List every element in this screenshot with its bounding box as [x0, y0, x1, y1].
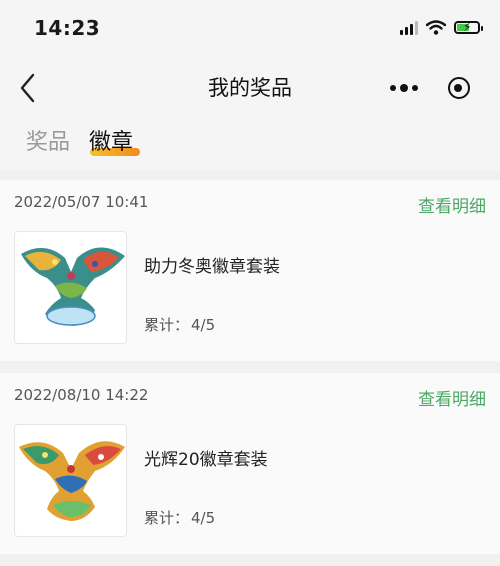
badge-count: 累计： 4/5 — [144, 507, 215, 528]
badge-card: 2022/05/07 10:41 查看明细 助力冬奥徽章套装 累计： 4/5 — [0, 180, 500, 361]
tab-badges-label: 徽章 — [89, 130, 134, 155]
tab-bar: 奖品 徽章 — [0, 118, 500, 170]
target-circle-icon — [447, 77, 470, 99]
count-value: 4/5 — [191, 509, 216, 527]
battery-charging-icon: ⚡ — [454, 20, 483, 34]
badge-set-name: 助力冬奥徽章套装 — [144, 257, 280, 277]
bird-badge-icon — [19, 441, 125, 521]
status-bar: 14:23 ⚡ — [0, 0, 500, 58]
mini-program-capsule — [376, 70, 486, 106]
bird-badge-icon — [21, 247, 125, 326]
signal-icon — [400, 20, 418, 35]
status-time: 14:23 — [34, 16, 101, 40]
more-dots-icon — [389, 85, 396, 91]
view-details-link[interactable]: 查看明细 — [418, 192, 486, 217]
count-label: 累计： — [144, 316, 190, 334]
count-value: 4/5 — [191, 316, 216, 334]
close-mini-program-button[interactable] — [431, 70, 486, 106]
view-details-link[interactable]: 查看明细 — [418, 385, 486, 410]
wifi-icon — [426, 20, 446, 35]
count-label: 累计： — [144, 509, 190, 527]
badge-count: 累计： 4/5 — [144, 314, 215, 335]
card-date: 2022/05/07 10:41 — [14, 193, 149, 211]
tab-prizes[interactable]: 奖品 — [26, 124, 70, 156]
nav-bar: 我的奖品 — [0, 58, 500, 118]
badge-thumbnail[interactable] — [14, 231, 127, 344]
card-date: 2022/08/10 14:22 — [14, 386, 149, 404]
tab-badges[interactable]: 徽章 — [89, 124, 133, 156]
more-button[interactable] — [376, 70, 431, 106]
badge-set-name: 光辉20徽章套装 — [144, 450, 268, 470]
badge-card: 2022/08/10 14:22 查看明细 光辉20徽章套装 累计： 4/5 — [0, 373, 500, 554]
status-icons: ⚡ — [400, 20, 483, 35]
badge-thumbnail[interactable] — [14, 424, 127, 537]
